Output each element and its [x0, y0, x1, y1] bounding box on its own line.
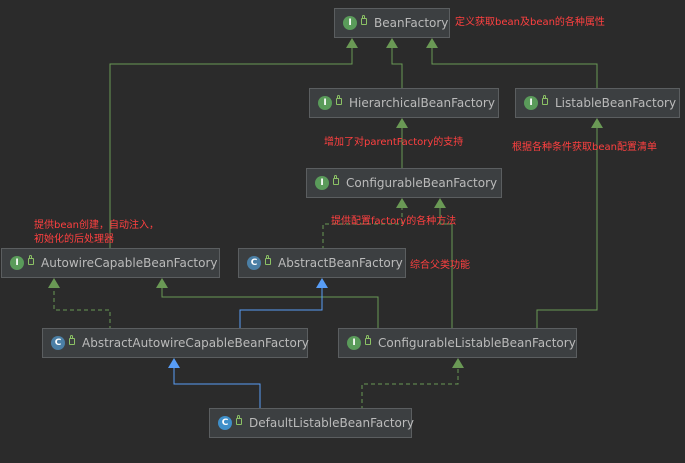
interface-icon: I	[318, 96, 332, 110]
note-autowire-line2: 初始化的后处理器	[34, 234, 114, 245]
node-label: AutowireCapableBeanFactory	[41, 256, 218, 270]
arrow-configlistable-to-configurable	[434, 198, 446, 208]
lock-icon	[361, 15, 367, 25]
arrow-autowire-to-beanfactory	[346, 38, 358, 48]
edge-configlistable-to-listable	[536, 128, 598, 330]
note-listable: 根据各种条件获取bean配置清单	[512, 142, 657, 153]
arrow-default-to-abstractautowire	[168, 358, 180, 368]
lock-icon	[336, 95, 342, 105]
arrow-hierarchical-to-beanfactory	[386, 38, 398, 48]
edge-listable-to-beanfactory	[431, 48, 598, 90]
edge-default-to-configlistable	[361, 368, 459, 410]
abstract-class-icon: C	[247, 256, 261, 270]
node-label: AbstractAutowireCapableBeanFactory	[82, 336, 309, 350]
note-abstract-bean-factory: 综合父类功能	[410, 260, 470, 271]
node-label: ConfigurableListableBeanFactory	[378, 336, 576, 350]
edge-abstractbean-to-configurable	[322, 208, 403, 250]
note-configurable: 提供配置factory的各种方法	[331, 216, 457, 227]
arrow-configurable-to-hierarchical	[396, 118, 408, 128]
lock-icon	[265, 255, 271, 265]
node-label: AbstractBeanFactory	[278, 256, 403, 270]
lock-icon	[69, 335, 75, 345]
node-listable-bean-factory[interactable]: I ListableBeanFactory	[515, 88, 680, 118]
node-abstract-bean-factory[interactable]: C AbstractBeanFactory	[238, 248, 406, 278]
interface-icon: I	[343, 16, 357, 30]
lock-icon	[333, 175, 339, 185]
node-label: HierarchicalBeanFactory	[349, 96, 495, 110]
arrow-default-to-configlistable	[452, 358, 464, 368]
node-configurable-bean-factory[interactable]: I ConfigurableBeanFactory	[306, 168, 502, 198]
note-autowire-line1: 提供bean创建，自动注入，	[34, 220, 159, 231]
node-autowire-capable-bean-factory[interactable]: I AutowireCapableBeanFactory	[1, 248, 220, 278]
lock-icon	[365, 335, 371, 345]
arrow-abstractautowire-to-abstractbean	[316, 278, 328, 288]
node-label: DefaultListableBeanFactory	[249, 416, 414, 430]
edge-abstractautowire-to-autowire	[53, 288, 111, 330]
node-default-listable-bean-factory[interactable]: C DefaultListableBeanFactory	[209, 408, 414, 438]
edge-hierarchical-to-beanfactory	[391, 48, 403, 90]
node-label: ListableBeanFactory	[555, 96, 677, 110]
class-icon: C	[218, 416, 232, 430]
arrow-configlistable-to-listable	[591, 118, 603, 128]
note-hierarchical: 增加了对parentFactory的支持	[324, 137, 464, 148]
node-hierarchical-bean-factory[interactable]: I HierarchicalBeanFactory	[309, 88, 499, 118]
edge-abstractautowire-to-abstractbean	[239, 288, 323, 330]
interface-icon: I	[315, 176, 329, 190]
node-configurable-listable-bean-factory[interactable]: I ConfigurableListableBeanFactory	[338, 328, 577, 358]
arrow-abstractautowire-to-autowire	[48, 278, 60, 288]
interface-icon: I	[524, 96, 538, 110]
arrow-configlistable-to-autowire	[156, 278, 168, 288]
lock-icon	[28, 255, 34, 265]
node-label: BeanFactory	[374, 16, 449, 30]
node-label: ConfigurableBeanFactory	[346, 176, 498, 190]
note-bean-factory: 定义获取bean及bean的各种属性	[455, 17, 605, 28]
node-abstract-autowire-capable-bean-factory[interactable]: C AbstractAutowireCapableBeanFactory	[42, 328, 309, 358]
lock-icon	[542, 95, 548, 105]
lock-icon	[236, 415, 242, 425]
arrow-abstractbean-to-configurable	[396, 198, 408, 208]
arrow-listable-to-beanfactory	[426, 38, 438, 48]
edge-configlistable-to-autowire	[161, 288, 379, 330]
interface-icon: I	[347, 336, 361, 350]
edge-default-to-abstractautowire	[173, 368, 261, 410]
interface-icon: I	[10, 256, 24, 270]
abstract-class-icon: C	[51, 336, 65, 350]
node-bean-factory[interactable]: I BeanFactory	[334, 8, 450, 38]
